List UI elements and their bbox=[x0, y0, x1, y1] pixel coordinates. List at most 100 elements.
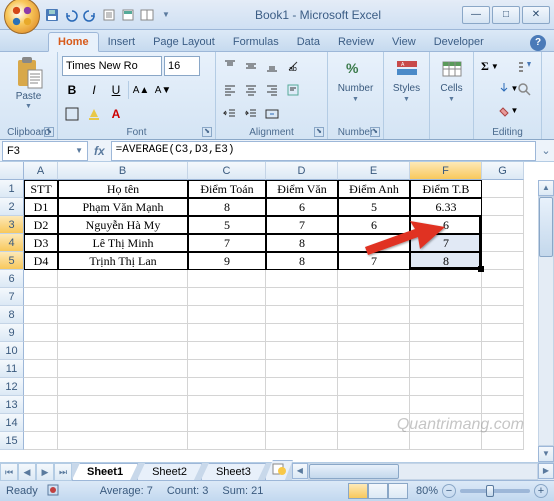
cell-F2[interactable]: 6.33 bbox=[410, 198, 482, 216]
close-button[interactable]: ✕ bbox=[522, 6, 550, 24]
cell-E13[interactable] bbox=[338, 396, 410, 414]
cell-D1[interactable]: Điểm Văn bbox=[266, 180, 338, 198]
cell-B13[interactable] bbox=[58, 396, 188, 414]
sheet-nav-prev-icon[interactable]: ◀ bbox=[18, 463, 36, 481]
column-header-G[interactable]: G bbox=[482, 162, 524, 180]
cell-F14[interactable] bbox=[410, 414, 482, 432]
zoom-out-icon[interactable]: − bbox=[442, 484, 456, 498]
clear-button[interactable]: ▼ bbox=[480, 100, 535, 120]
fx-icon[interactable]: fx bbox=[94, 144, 105, 158]
view-page-layout-icon[interactable] bbox=[368, 483, 388, 499]
save-icon[interactable] bbox=[44, 7, 60, 23]
cell-F8[interactable] bbox=[410, 306, 482, 324]
cell-B7[interactable] bbox=[58, 288, 188, 306]
italic-button[interactable]: I bbox=[84, 80, 104, 100]
cell-E9[interactable] bbox=[338, 324, 410, 342]
cell-F13[interactable] bbox=[410, 396, 482, 414]
cell-E7[interactable] bbox=[338, 288, 410, 306]
underline-button[interactable]: U bbox=[106, 80, 126, 100]
align-bottom-icon[interactable] bbox=[262, 56, 282, 76]
row-header-3[interactable]: 3 bbox=[0, 216, 24, 234]
horizontal-scrollbar[interactable]: ◀ ▶ bbox=[292, 463, 554, 480]
cell-A2[interactable]: D1 bbox=[24, 198, 58, 216]
cell-C15[interactable] bbox=[188, 432, 266, 450]
cell-D14[interactable] bbox=[266, 414, 338, 432]
cell-F7[interactable] bbox=[410, 288, 482, 306]
cell-E2[interactable]: 5 bbox=[338, 198, 410, 216]
cell-F5[interactable]: 8 bbox=[410, 252, 482, 270]
cell-C10[interactable] bbox=[188, 342, 266, 360]
tab-review[interactable]: Review bbox=[329, 33, 383, 51]
sheet-tab-sheet3[interactable]: Sheet3 bbox=[201, 463, 266, 480]
row-header-1[interactable]: 1 bbox=[0, 180, 24, 198]
maximize-button[interactable]: □ bbox=[492, 6, 520, 24]
column-header-C[interactable]: C bbox=[188, 162, 266, 180]
cell-E5[interactable]: 7 bbox=[338, 252, 410, 270]
merge-button[interactable] bbox=[262, 104, 282, 124]
font-size-select[interactable] bbox=[164, 56, 200, 76]
cell-E6[interactable] bbox=[338, 270, 410, 288]
cell-D8[interactable] bbox=[266, 306, 338, 324]
tab-developer[interactable]: Developer bbox=[425, 33, 493, 51]
qat-icon-3[interactable] bbox=[139, 7, 155, 23]
sheet-tab-sheet1[interactable]: Sheet1 bbox=[72, 463, 138, 480]
align-left-icon[interactable] bbox=[220, 80, 240, 100]
cell-B6[interactable] bbox=[58, 270, 188, 288]
cell-A7[interactable] bbox=[24, 288, 58, 306]
cell-B10[interactable] bbox=[58, 342, 188, 360]
cell-F10[interactable] bbox=[410, 342, 482, 360]
cell-E8[interactable] bbox=[338, 306, 410, 324]
name-box[interactable]: F3 ▼ bbox=[2, 141, 88, 161]
cell-G8[interactable] bbox=[482, 306, 524, 324]
cell-F4[interactable]: 7 bbox=[410, 234, 482, 252]
worksheet-grid[interactable]: ABCDEFG 123456789101112131415 STTHọ tênĐ… bbox=[0, 162, 554, 462]
cell-B11[interactable] bbox=[58, 360, 188, 378]
column-header-A[interactable]: A bbox=[24, 162, 58, 180]
number-launcher[interactable]: ⬊ bbox=[370, 127, 380, 137]
bold-button[interactable]: B bbox=[62, 80, 82, 100]
zoom-in-icon[interactable]: + bbox=[534, 484, 548, 498]
cell-A15[interactable] bbox=[24, 432, 58, 450]
font-color-button[interactable]: A bbox=[106, 104, 126, 124]
sort-filter-icon[interactable] bbox=[515, 58, 535, 78]
cell-C1[interactable]: Điểm Toán bbox=[188, 180, 266, 198]
cell-G15[interactable] bbox=[482, 432, 524, 450]
sheet-nav-last-icon[interactable]: ⏭ bbox=[54, 463, 72, 481]
row-header-7[interactable]: 7 bbox=[0, 288, 24, 306]
cell-C9[interactable] bbox=[188, 324, 266, 342]
cell-G4[interactable] bbox=[482, 234, 524, 252]
cell-G11[interactable] bbox=[482, 360, 524, 378]
cell-F15[interactable] bbox=[410, 432, 482, 450]
cell-F12[interactable] bbox=[410, 378, 482, 396]
minimize-button[interactable]: — bbox=[462, 6, 490, 24]
cell-F9[interactable] bbox=[410, 324, 482, 342]
name-box-dropdown-icon[interactable]: ▼ bbox=[75, 146, 83, 155]
cell-G14[interactable] bbox=[482, 414, 524, 432]
cell-C2[interactable]: 8 bbox=[188, 198, 266, 216]
cell-G9[interactable] bbox=[482, 324, 524, 342]
cell-D13[interactable] bbox=[266, 396, 338, 414]
cell-C11[interactable] bbox=[188, 360, 266, 378]
cell-A3[interactable]: D2 bbox=[24, 216, 58, 234]
cell-A4[interactable]: D3 bbox=[24, 234, 58, 252]
cell-A8[interactable] bbox=[24, 306, 58, 324]
cell-D11[interactable] bbox=[266, 360, 338, 378]
zoom-level[interactable]: 80% bbox=[416, 485, 438, 497]
scroll-down-icon[interactable]: ▼ bbox=[538, 446, 554, 462]
macro-record-icon[interactable] bbox=[46, 483, 60, 500]
alignment-launcher[interactable]: ⬊ bbox=[314, 127, 324, 137]
office-button[interactable] bbox=[4, 0, 40, 34]
cell-G1[interactable] bbox=[482, 180, 524, 198]
row-header-5[interactable]: 5 bbox=[0, 252, 24, 270]
cell-E1[interactable]: Điểm Anh bbox=[338, 180, 410, 198]
cell-A14[interactable] bbox=[24, 414, 58, 432]
cell-C12[interactable] bbox=[188, 378, 266, 396]
row-header-14[interactable]: 14 bbox=[0, 414, 24, 432]
cell-E12[interactable] bbox=[338, 378, 410, 396]
cell-B12[interactable] bbox=[58, 378, 188, 396]
cell-C13[interactable] bbox=[188, 396, 266, 414]
cell-G13[interactable] bbox=[482, 396, 524, 414]
cell-B3[interactable]: Nguyễn Hà My bbox=[58, 216, 188, 234]
cell-E11[interactable] bbox=[338, 360, 410, 378]
cell-A5[interactable]: D4 bbox=[24, 252, 58, 270]
